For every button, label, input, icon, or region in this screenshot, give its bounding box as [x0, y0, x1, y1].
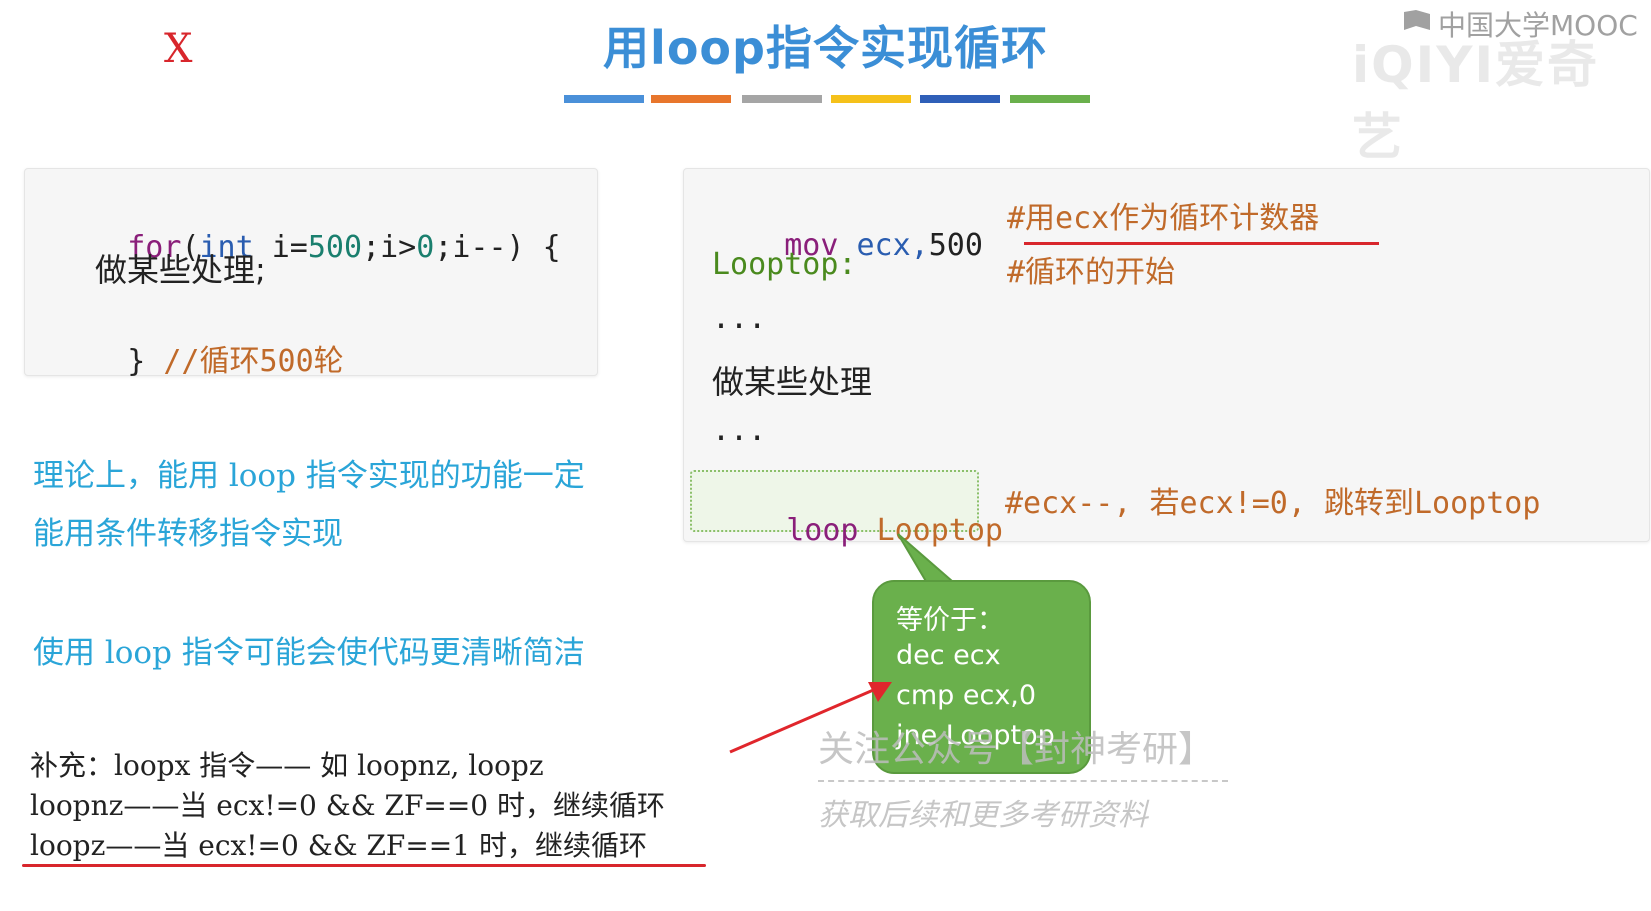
label-comment: #循环的开始 — [1007, 255, 1176, 290]
mov-line: mov ecx,500 — [712, 193, 983, 298]
callout-line-2: dec ecx — [896, 640, 1001, 671]
note-line-1: 理论上，能用 loop 指令实现的功能一定 — [33, 458, 585, 494]
asm-body-text: 做某些处理 — [712, 363, 873, 401]
init-value: 500 — [307, 230, 363, 265]
callout-line-3: cmp ecx,0 — [896, 680, 1037, 711]
note-line-3: 使用 loop 指令可能会使代码更清晰简洁 — [33, 635, 585, 671]
comment-underline — [1024, 242, 1379, 245]
more-watermark: 获取后续和更多考研资料 — [818, 798, 1148, 833]
loop-body-text: 做某些处理; — [95, 251, 266, 289]
ellipsis-bottom: ... — [712, 413, 767, 448]
color-bar-1 — [564, 95, 644, 103]
mov-value: 500 — [928, 228, 983, 263]
cond-value: 0 — [416, 230, 435, 265]
color-bar-4 — [831, 95, 911, 103]
watermark-dashed-line — [818, 780, 1228, 782]
color-bar-6 — [1010, 95, 1090, 103]
loop-instruction-comment: #ecx--, 若ecx!=0, 跳转到Looptop — [1005, 486, 1541, 521]
cond-expr: ;i> — [362, 230, 417, 265]
ellipsis-top: ... — [712, 301, 767, 336]
iqiyi-watermark: iQIYI爱奇艺 — [1352, 36, 1600, 166]
looptop-label: Looptop: — [712, 247, 857, 282]
handwritten-x-mark: X — [164, 26, 193, 72]
loop-keyword: loop — [786, 513, 859, 548]
loop-comment: //循环500轮 — [163, 344, 344, 379]
supplement-underline — [22, 864, 706, 867]
brace-open: { — [524, 230, 561, 265]
supplement-line-3: loopz——当 ecx!=0 && ZF==1 时，继续循环 — [30, 829, 647, 862]
callout-line-1: 等价于： — [896, 605, 1004, 636]
supplement-line-1: 补充：loopx 指令—— 如 loopnz, loopz — [30, 749, 544, 782]
color-bar-5 — [920, 95, 1000, 103]
supplement-line-2: loopnz——当 ecx!=0 && ZF==0 时，继续循环 — [30, 789, 666, 822]
close-line: } //循环500轮 — [55, 301, 344, 415]
note-line-2: 能用条件转移指令实现 — [33, 516, 343, 552]
brace-close: } — [127, 344, 146, 379]
account-watermark: 关注公众号【封神考研】 — [818, 729, 1215, 770]
color-bar-2 — [651, 95, 731, 103]
step-expr: ;i--) — [434, 230, 525, 265]
c-code-block: for(int i=500;i>0;i--) { 做某些处理; } //循环50… — [24, 168, 598, 379]
loop-highlight-box: loop Looptop — [690, 470, 1003, 548]
mov-comment: #用ecx作为循环计数器 — [1007, 201, 1320, 236]
color-bar-3 — [742, 95, 822, 103]
